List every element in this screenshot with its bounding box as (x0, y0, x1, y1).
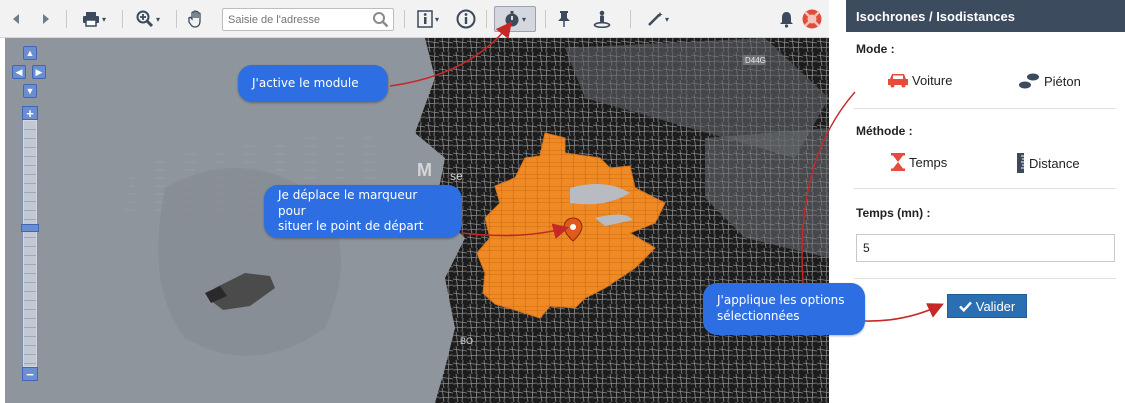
forward-arrow-icon (43, 14, 49, 24)
panel-gutter (829, 0, 846, 403)
zoom-slider[interactable]: + − (21, 106, 39, 381)
toolbar-separator (176, 10, 177, 28)
callout-activate-module: J'active le module (238, 65, 388, 102)
pan-button[interactable] (186, 0, 206, 38)
back-button[interactable] (8, 0, 24, 38)
person-location-icon (593, 10, 611, 28)
pan-control: ▲ ◀ ▶ ▼ (12, 46, 48, 98)
town-label-2: se (450, 169, 463, 183)
magic-wand-icon (648, 12, 663, 26)
triangle-left-icon: ◀ (15, 66, 23, 77)
measure-menu-button[interactable]: ▾ (642, 0, 674, 38)
chevron-down-icon: ▾ (664, 14, 669, 24)
print-menu-button[interactable]: ▾ (78, 0, 110, 38)
stopwatch-icon (505, 11, 519, 27)
district-label: BO (460, 336, 473, 346)
printer-icon (82, 12, 99, 27)
zoom-in-icon (136, 10, 154, 28)
footsteps-icon (1019, 73, 1039, 89)
zoom-menu-button[interactable]: ▾ (132, 0, 164, 38)
method-option-time[interactable]: Temps (890, 153, 947, 171)
notifications-button[interactable] (776, 0, 796, 38)
toolbar-separator (404, 10, 405, 28)
callout-move-marker: Je déplace le marqueur pour situer le po… (264, 185, 462, 238)
zoom-slider-handle[interactable] (21, 224, 39, 232)
address-search (222, 8, 394, 31)
time-label: Temps (mn) : (856, 206, 931, 220)
pan-right-button[interactable]: ▶ (32, 65, 46, 79)
mode-option-pedestrian[interactable]: Piéton (1017, 72, 1081, 90)
zoom-in-button[interactable]: + (22, 106, 38, 120)
callout-text: J'active le module (252, 75, 359, 90)
panel-title: Isochrones / Isodistances (846, 0, 1125, 32)
minus-icon: − (26, 366, 34, 382)
app-window: ▾ ▾ ▾ ▾ (0, 0, 1125, 403)
map-canvas[interactable]: D44G M se BO J'active le module Je dépla… (5, 38, 829, 403)
chevron-down-icon: ▾ (521, 14, 526, 24)
hand-icon (188, 10, 201, 28)
ruler-icon (1017, 153, 1024, 173)
street-view-button[interactable] (592, 0, 612, 38)
checkmark-icon (958, 301, 972, 312)
triangle-up-icon: ▲ (25, 48, 35, 58)
hourglass-icon (891, 153, 905, 171)
mode-option-car[interactable]: Voiture (887, 72, 952, 88)
callout-text-line2: situer le point de départ (278, 219, 424, 234)
search-icon[interactable] (372, 11, 389, 28)
toolbar-separator (486, 10, 487, 28)
road-label: D44G (745, 56, 766, 65)
method-option-label: Temps (909, 154, 948, 170)
divider (854, 278, 1116, 279)
divider (854, 188, 1116, 189)
chevron-down-icon: ▾ (101, 14, 106, 24)
mode-option-label: Piéton (1044, 73, 1081, 89)
callout-text-line1: Je déplace le marqueur pour (278, 188, 418, 218)
divider (854, 108, 1116, 109)
chevron-down-icon: ▾ (155, 14, 160, 24)
toolbar: ▾ ▾ ▾ ▾ (0, 0, 829, 38)
callout-apply-options: J'applique les options sélectionnées (703, 283, 865, 335)
zoom-out-button[interactable]: − (22, 367, 38, 381)
callout-text-line2: sélectionnées (717, 309, 800, 323)
callout-text-line1: J'applique les options (717, 293, 845, 308)
pushpin-icon (558, 11, 570, 27)
back-arrow-icon (13, 14, 19, 24)
triangle-down-icon: ▼ (25, 86, 35, 96)
toolbar-separator (630, 10, 631, 28)
method-option-label: Distance (1029, 155, 1080, 171)
chevron-down-icon: ▾ (434, 14, 439, 24)
time-input[interactable] (856, 234, 1115, 262)
mode-option-label: Voiture (912, 72, 953, 88)
pan-left-button[interactable]: ◀ (12, 65, 26, 79)
pan-down-button[interactable]: ▼ (23, 84, 37, 98)
isochrone-tool-button[interactable]: ▾ (494, 6, 536, 32)
plus-icon: + (26, 105, 34, 121)
bell-icon (779, 11, 793, 28)
lifebuoy-icon (802, 9, 822, 29)
forward-button[interactable] (38, 0, 54, 38)
triangle-right-icon: ▶ (35, 66, 43, 77)
toolbar-separator (66, 10, 67, 28)
method-option-distance[interactable]: Distance (1016, 153, 1080, 173)
isochrone-panel: Isochrones / Isodistances Mode : Voiture… (846, 0, 1125, 403)
address-search-input[interactable] (223, 9, 363, 30)
help-button[interactable] (800, 0, 824, 38)
car-icon (888, 74, 908, 88)
pan-up-button[interactable]: ▲ (23, 46, 37, 60)
submit-button[interactable]: Valider (947, 294, 1027, 318)
pin-button[interactable] (554, 0, 574, 38)
info-panel-icon (417, 10, 433, 28)
info-menu-button[interactable]: ▾ (412, 0, 444, 38)
info-button[interactable] (454, 0, 478, 38)
submit-button-label: Valider (975, 298, 1016, 314)
toolbar-separator (122, 10, 123, 28)
mode-label: Mode : (856, 42, 895, 56)
toolbar-separator (545, 10, 546, 28)
zoom-track[interactable] (24, 121, 36, 366)
method-label: Méthode : (856, 124, 913, 138)
town-label: M (417, 160, 432, 180)
info-circle-icon (456, 9, 476, 29)
